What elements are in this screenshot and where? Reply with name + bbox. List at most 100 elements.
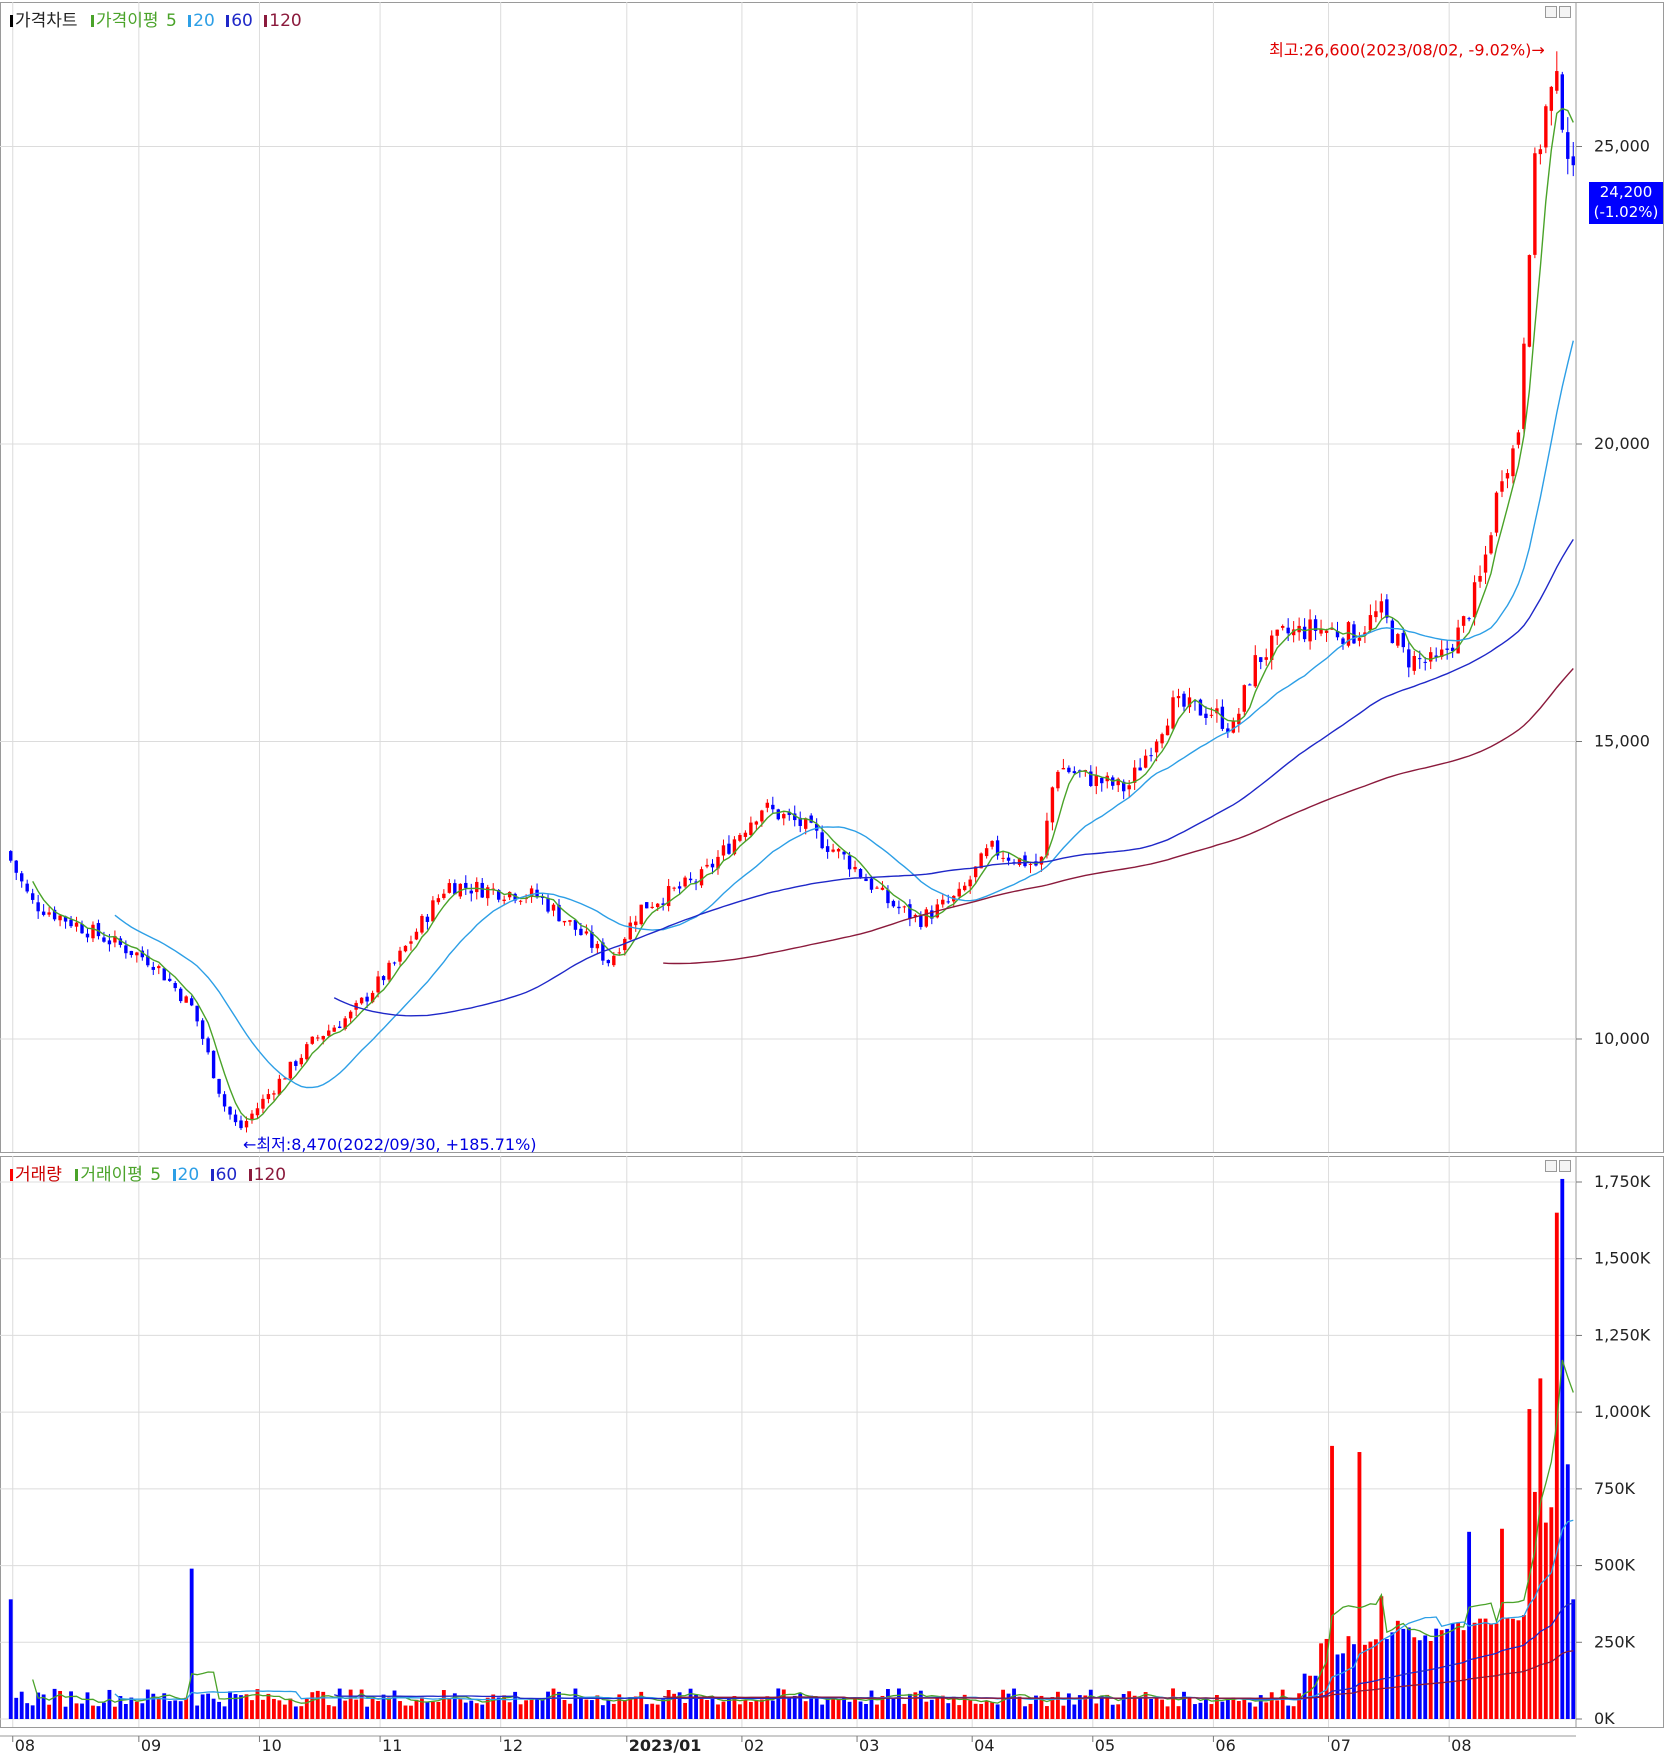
volume-bar bbox=[14, 1697, 19, 1719]
volume-bar bbox=[458, 1699, 463, 1719]
volume-bar bbox=[995, 1704, 1000, 1719]
volume-bar bbox=[376, 1700, 380, 1719]
volume-bar bbox=[1439, 1630, 1444, 1719]
volume-bar bbox=[633, 1696, 638, 1719]
volume-bar bbox=[370, 1699, 375, 1719]
price-pane-frame bbox=[0, 2, 1664, 1153]
volume-bar bbox=[1061, 1705, 1066, 1719]
candle-body bbox=[1072, 771, 1077, 774]
candle-body bbox=[30, 893, 35, 900]
volume-bar bbox=[524, 1700, 529, 1719]
volume-bar bbox=[951, 1696, 956, 1719]
volume-bar bbox=[63, 1706, 68, 1719]
volume-bar bbox=[946, 1703, 951, 1719]
candle-body bbox=[1067, 767, 1071, 773]
candle-body bbox=[891, 900, 896, 907]
candle-body bbox=[184, 996, 188, 1003]
volume-bar bbox=[69, 1691, 73, 1719]
volume-bar bbox=[255, 1689, 260, 1719]
volume-pane-minimize-button[interactable] bbox=[1545, 1160, 1557, 1172]
volume-bar bbox=[293, 1706, 298, 1719]
volume-bar bbox=[430, 1701, 435, 1719]
candle-body bbox=[1368, 615, 1373, 631]
price-pane-minimize-button[interactable] bbox=[1545, 6, 1557, 18]
volume-bar bbox=[886, 1689, 890, 1719]
candle-body bbox=[1511, 448, 1515, 477]
volume-bar bbox=[1225, 1698, 1230, 1719]
candle-body bbox=[288, 1061, 293, 1079]
volume-bar bbox=[1012, 1688, 1016, 1719]
volume-bar bbox=[469, 1700, 474, 1719]
volume-bar bbox=[831, 1697, 836, 1719]
volume-bar bbox=[1198, 1702, 1203, 1719]
volume-bar bbox=[1346, 1636, 1351, 1719]
candle-body bbox=[617, 952, 622, 954]
price-pane-close-button[interactable] bbox=[1559, 6, 1571, 18]
volume-bar bbox=[403, 1705, 408, 1719]
candle-body bbox=[387, 962, 391, 980]
candle-body bbox=[1527, 255, 1532, 347]
volume-tick-label: 500K bbox=[1594, 1556, 1636, 1575]
candle-body bbox=[1401, 632, 1406, 648]
volume-bar bbox=[1516, 1620, 1521, 1719]
candle-body bbox=[96, 923, 101, 937]
candle-body bbox=[337, 1026, 342, 1029]
candle-body bbox=[1571, 156, 1575, 166]
volume-bar bbox=[332, 1706, 337, 1719]
candle-body bbox=[650, 906, 654, 908]
volume-bar bbox=[178, 1701, 183, 1719]
candle-body bbox=[1412, 655, 1416, 671]
volume-bar bbox=[1538, 1378, 1543, 1719]
volume-bar bbox=[441, 1690, 446, 1719]
volume-bar bbox=[540, 1699, 545, 1719]
candle-body bbox=[1275, 629, 1279, 636]
candle-body bbox=[836, 848, 841, 852]
price-ma60-label: 60 bbox=[231, 11, 253, 31]
x-tick-label: 06 bbox=[1215, 1736, 1235, 1755]
candle-body bbox=[173, 983, 177, 989]
volume-bar bbox=[825, 1698, 830, 1719]
candle-body bbox=[189, 998, 194, 1006]
candle-body bbox=[957, 888, 961, 897]
volume-bar bbox=[8, 1599, 13, 1719]
volume-bar bbox=[759, 1699, 764, 1719]
candle-body bbox=[1461, 616, 1466, 626]
volume-bar bbox=[1055, 1691, 1060, 1719]
volume-pane-close-button[interactable] bbox=[1559, 1160, 1571, 1172]
candle-body bbox=[9, 851, 13, 861]
volume-bar bbox=[398, 1701, 402, 1719]
candle-body bbox=[244, 1120, 249, 1128]
candle-body bbox=[47, 912, 51, 915]
volume-bar bbox=[425, 1701, 430, 1719]
x-tick-label: 09 bbox=[141, 1736, 161, 1755]
volume-bar bbox=[1182, 1691, 1186, 1719]
volume-bar bbox=[271, 1698, 276, 1719]
candle-body bbox=[688, 878, 693, 881]
volume-bar bbox=[869, 1690, 874, 1719]
volume-bar bbox=[211, 1698, 216, 1719]
volume-bar bbox=[1154, 1698, 1159, 1719]
volume-bar bbox=[326, 1705, 331, 1719]
volume-bar bbox=[1511, 1618, 1515, 1719]
volume-bar bbox=[1461, 1630, 1466, 1719]
volume-bar bbox=[1204, 1697, 1208, 1719]
candle-body bbox=[705, 864, 709, 867]
candle-body bbox=[1445, 648, 1449, 650]
candle-body bbox=[447, 883, 452, 893]
candle-body bbox=[743, 832, 748, 837]
volume-bar bbox=[968, 1700, 973, 1719]
volume-bar bbox=[1028, 1703, 1033, 1719]
volume-bar bbox=[1505, 1617, 1510, 1719]
candle-body bbox=[299, 1057, 304, 1065]
volume-bar bbox=[1127, 1691, 1132, 1719]
candle-body bbox=[1374, 611, 1378, 618]
candle-body bbox=[91, 924, 95, 939]
volume-ma20-label: 20 bbox=[177, 1165, 200, 1185]
current-price: 24,200 bbox=[1599, 183, 1653, 201]
volume-bar bbox=[91, 1705, 95, 1719]
candle-body bbox=[217, 1078, 221, 1094]
price-tick-label: 10,000 bbox=[1594, 1029, 1650, 1048]
candle-body bbox=[1494, 492, 1499, 533]
volume-bar bbox=[1412, 1637, 1417, 1719]
volume-bar bbox=[195, 1705, 200, 1719]
